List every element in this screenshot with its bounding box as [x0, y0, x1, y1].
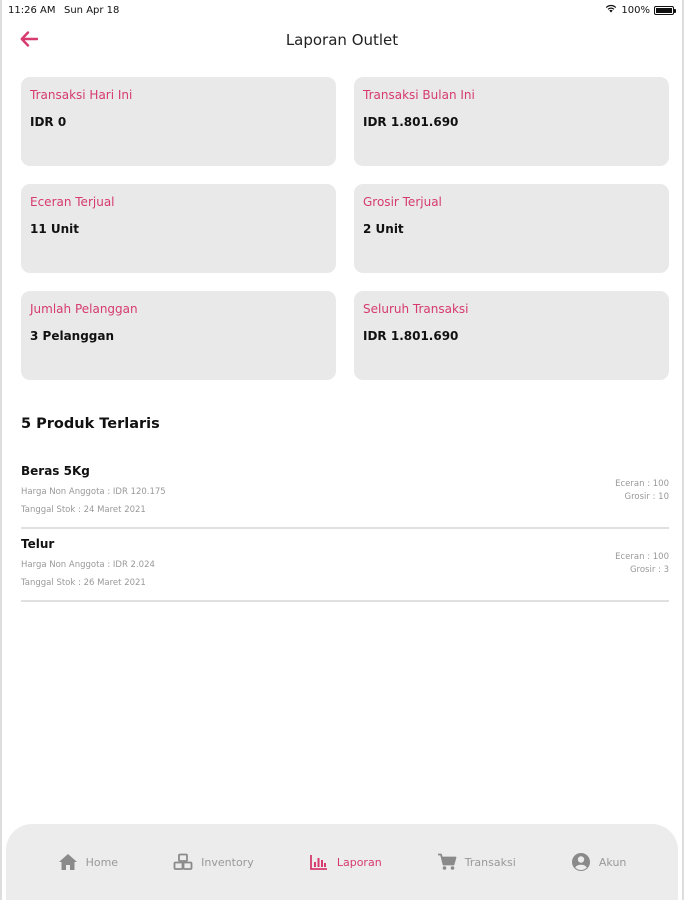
product-stock: Eceran : 100 Grosir : 3 — [615, 551, 669, 577]
nav-item-home[interactable]: Home — [58, 852, 118, 872]
product-price: Harga Non Anggota : IDR 120.175 — [21, 487, 166, 497]
list-item[interactable]: Beras 5Kg Harga Non Anggota : IDR 120.17… — [21, 456, 669, 529]
card-value: 2 Unit — [363, 222, 404, 236]
wifi-icon — [605, 4, 617, 16]
card-value: IDR 1.801.690 — [363, 329, 459, 343]
section-title-top-products: 5 Produk Terlaris — [21, 416, 160, 432]
product-price: Harga Non Anggota : IDR 2.024 — [21, 560, 155, 570]
app-frame: 11:26 AM Sun Apr 18 100% Laporan Outlet … — [0, 0, 684, 900]
nav-item-transaksi[interactable]: Transaksi — [437, 852, 516, 872]
status-bar: 11:26 AM Sun Apr 18 100% — [2, 0, 682, 22]
card-value: 11 Unit — [30, 222, 80, 236]
nav-label: Akun — [598, 855, 627, 869]
nav-label: Transaksi — [464, 855, 516, 869]
nav-label: Inventory — [201, 855, 254, 869]
card-label: Eceran Terjual — [30, 195, 115, 209]
card-grosir-terjual: Grosir Terjual 2 Unit — [354, 184, 669, 273]
card-label: Grosir Terjual — [363, 195, 442, 209]
card-value: 3 Pelanggan — [30, 329, 115, 343]
battery-icon — [654, 5, 676, 15]
product-grosir: Grosir : 3 — [629, 565, 669, 575]
cart-icon — [437, 852, 457, 872]
card-seluruh-transaksi: Seluruh Transaksi IDR 1.801.690 — [354, 291, 669, 380]
product-eceran: Eceran : 100 — [615, 479, 669, 489]
summary-cards: Transaksi Hari Ini IDR 0 Transaksi Bulan… — [21, 77, 669, 380]
product-stock: Eceran : 100 Grosir : 10 — [615, 478, 669, 504]
page-title: Laporan Outlet — [285, 31, 399, 49]
product-name: Telur — [21, 537, 55, 551]
home-icon — [58, 852, 78, 872]
card-value: IDR 0 — [30, 115, 67, 129]
card-value: IDR 1.801.690 — [363, 115, 459, 129]
inventory-icon — [173, 852, 193, 872]
card-jumlah-pelanggan: Jumlah Pelanggan 3 Pelanggan — [21, 291, 336, 380]
bottom-nav: Home Inventory Laporan Transaksi Akun — [6, 824, 678, 900]
battery-percent: 100% — [621, 4, 650, 16]
status-indicators: 100% — [605, 4, 676, 16]
card-label: Transaksi Bulan Ini — [363, 88, 475, 102]
header: Laporan Outlet — [2, 22, 682, 70]
card-label: Jumlah Pelanggan — [30, 302, 138, 316]
card-transaksi-bulan-ini: Transaksi Bulan Ini IDR 1.801.690 — [354, 77, 669, 166]
card-label: Transaksi Hari Ini — [30, 88, 133, 102]
list-item[interactable]: Telur Harga Non Anggota : IDR 2.024 Tang… — [21, 529, 669, 602]
product-stock-date: Tanggal Stok : 26 Maret 2021 — [21, 578, 146, 588]
product-eceran: Eceran : 100 — [615, 552, 669, 562]
nav-label: Laporan — [336, 855, 382, 869]
card-transaksi-hari-ini: Transaksi Hari Ini IDR 0 — [21, 77, 336, 166]
product-list: Beras 5Kg Harga Non Anggota : IDR 120.17… — [21, 456, 669, 602]
nav-item-laporan[interactable]: Laporan — [309, 852, 382, 872]
nav-label: Home — [85, 855, 119, 869]
card-eceran-terjual: Eceran Terjual 11 Unit — [21, 184, 336, 273]
card-label: Seluruh Transaksi — [363, 302, 469, 316]
product-stock-date: Tanggal Stok : 24 Maret 2021 — [21, 505, 146, 515]
status-date: Sun Apr 18 — [64, 5, 120, 16]
product-grosir: Grosir : 10 — [624, 492, 669, 502]
account-icon — [571, 852, 591, 872]
status-time: 11:26 AM — [8, 5, 56, 16]
product-name: Beras 5Kg — [21, 464, 90, 478]
nav-item-inventory[interactable]: Inventory — [173, 852, 254, 872]
nav-item-akun[interactable]: Akun — [571, 852, 627, 872]
bar-chart-icon — [309, 852, 329, 872]
